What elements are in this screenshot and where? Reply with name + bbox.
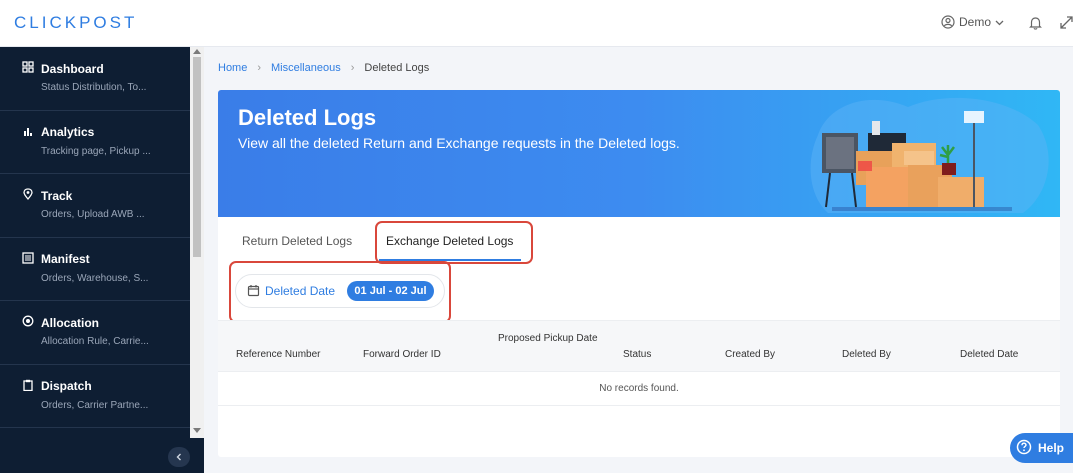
sidebar-item-sub: Status Distribution, To... — [41, 82, 147, 93]
sidebar-item-label: Dashboard — [41, 61, 104, 76]
chevron-left-icon — [175, 448, 183, 466]
sidebar-item-sub: Orders, Upload AWB ... — [41, 209, 145, 220]
page-banner: Deleted Logs View all the deleted Return… — [218, 90, 1060, 217]
page-subtitle: View all the deleted Return and Exchange… — [238, 135, 680, 151]
column-header: Reference Number — [236, 349, 321, 360]
breadcrumb: Home › Miscellaneous › Deleted Logs — [218, 62, 429, 74]
sidebar-item-label: Manifest — [41, 252, 90, 266]
sidebar-item-analytics[interactable]: Analytics Tracking page, Pickup ... — [0, 111, 190, 174]
sidebar-item-label: Allocation — [41, 315, 100, 330]
sidebar-item-dashboard[interactable]: Dashboard Status Distribution, To... — [0, 47, 190, 111]
sidebar-item-label: Analytics — [41, 125, 95, 139]
highlight-box-tab — [375, 221, 533, 264]
help-label: Help — [1038, 441, 1065, 455]
sidebar-item-label: Track — [41, 188, 73, 203]
column-header: Deleted By — [842, 349, 891, 360]
breadcrumb-miscellaneous[interactable]: Miscellaneous — [271, 62, 341, 74]
highlight-box-date — [229, 261, 451, 323]
scroll-up-arrow-icon[interactable] — [193, 49, 201, 54]
help-button[interactable]: Help — [1010, 433, 1073, 463]
bar-chart-icon — [22, 125, 34, 140]
dashboard-icon — [22, 61, 34, 76]
sidebar-item-label: Dispatch — [41, 379, 92, 393]
clickpost-logo[interactable]: CLICKPOST — [14, 13, 137, 33]
breadcrumb-current: Deleted Logs — [364, 62, 430, 74]
scroll-down-arrow-icon[interactable] — [193, 428, 201, 433]
list-icon — [22, 251, 34, 267]
sidebar-item-allocation[interactable]: Allocation Allocation Rule, Carrie... — [0, 301, 190, 365]
collapse-sidebar-button[interactable] — [168, 447, 190, 467]
sidebar-item-track[interactable]: Track Orders, Upload AWB ... — [0, 174, 190, 238]
moving-boxes-illustration — [808, 95, 1053, 220]
sidebar-item-sub: Allocation Rule, Carrie... — [41, 336, 149, 347]
sidebar-item-sub: Orders, Carrier Partne... — [41, 399, 149, 411]
chevron-right-icon: › — [257, 62, 262, 74]
target-icon — [22, 315, 34, 330]
question-circle-icon — [1016, 439, 1032, 458]
user-menu[interactable]: Demo — [941, 15, 1004, 29]
sidebar-scroll-thumb[interactable] — [193, 57, 201, 257]
bell-icon[interactable] — [1029, 16, 1042, 35]
column-header: Proposed Pickup Date — [498, 333, 598, 344]
user-icon — [941, 15, 955, 29]
sidebar: Dashboard Status Distribution, To... Ana… — [0, 47, 190, 473]
column-header: Forward Order ID — [363, 349, 441, 360]
chevron-down-icon — [995, 18, 1004, 27]
sidebar-item-manifest[interactable]: Manifest Orders, Warehouse, S... — [0, 238, 190, 301]
sidebar-item-dispatch[interactable]: Dispatch Orders, Carrier Partne... — [0, 365, 190, 428]
page-title: Deleted Logs — [238, 105, 377, 130]
top-bar: CLICKPOST Demo — [0, 0, 1073, 47]
sidebar-item-sub: Tracking page, Pickup ... — [41, 145, 151, 157]
location-pin-icon — [22, 188, 34, 203]
table-divider — [218, 405, 1060, 406]
column-header: Created By — [725, 349, 776, 360]
column-header: Status — [623, 349, 652, 360]
breadcrumb-home[interactable]: Home — [218, 62, 247, 74]
column-header: Deleted Date — [960, 349, 1019, 360]
clipboard-icon — [22, 379, 34, 394]
user-name: Demo — [959, 15, 992, 29]
tab-return-deleted-logs[interactable]: Return Deleted Logs — [242, 234, 352, 248]
table-header: Reference Number Forward Order ID Propos… — [218, 320, 1060, 372]
sidebar-item-sub: Orders, Warehouse, S... — [41, 272, 149, 284]
fullscreen-icon[interactable] — [1060, 16, 1073, 34]
chevron-right-icon: › — [350, 62, 355, 74]
empty-state-message: No records found. — [599, 383, 679, 394]
